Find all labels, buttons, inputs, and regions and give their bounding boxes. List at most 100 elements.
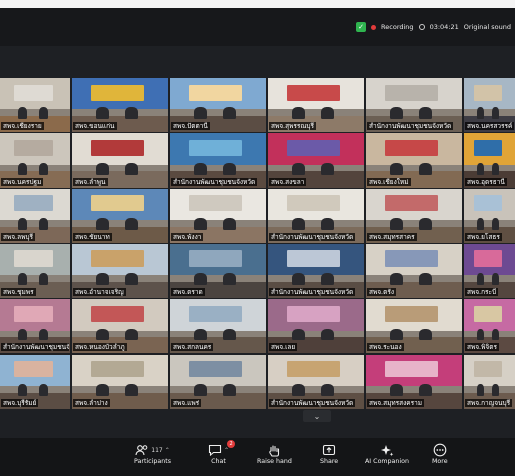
participant-person xyxy=(418,273,433,286)
share-button[interactable]: Share xyxy=(320,442,338,465)
participant-tile[interactable]: สพจ.ปัตตานี xyxy=(170,78,266,133)
participant-person xyxy=(492,107,500,120)
shield-check-icon[interactable]: ✓ xyxy=(356,22,367,32)
original-sound-label[interactable]: Original sound xyxy=(464,23,511,31)
more-icon xyxy=(433,443,447,457)
participant-tile[interactable]: สพจ.กระบี่ xyxy=(464,243,515,299)
participant-tile[interactable]: สพจ.ลพบุรี xyxy=(0,188,70,243)
participant-tile[interactable]: สพจ.พังงา xyxy=(170,188,266,243)
participant-name: สพจ.ขอนแก่น xyxy=(73,122,117,131)
participant-name: สพจ.พิจิตร xyxy=(465,343,499,352)
room-banner xyxy=(474,305,503,322)
participant-tile[interactable]: สพจ.เชียงราย xyxy=(0,78,70,133)
participant-person xyxy=(17,107,28,120)
share-icon xyxy=(323,444,336,456)
participant-name: สพจ.ชุมพร xyxy=(1,288,36,297)
participant-tile[interactable]: สพจ.นครปฐม xyxy=(0,133,70,188)
gallery-caret-button[interactable]: ⌄ xyxy=(303,410,331,422)
participant-tile[interactable]: สพจ.ชุมพร xyxy=(0,243,70,299)
participant-name: สำนักงานพัฒนาชุมชนจังหวัด xyxy=(269,398,356,407)
participant-person xyxy=(320,328,335,341)
participant-person xyxy=(476,162,484,175)
participant-person xyxy=(194,107,208,120)
room-banner xyxy=(14,195,53,212)
participant-tile[interactable]: สพจ.พิจิตร xyxy=(464,299,515,354)
participant-tile[interactable]: สพจ.สกลนคร xyxy=(170,299,266,354)
participant-tile[interactable]: สพจ.บุรีรัมย์ xyxy=(0,354,70,409)
more-label: More xyxy=(432,458,448,465)
room-banner xyxy=(385,139,438,157)
participant-tile[interactable]: สพจ.นครสวรรค์ xyxy=(464,78,515,133)
participant-tile[interactable]: สพจ.สมุทรสาคร xyxy=(366,188,462,243)
room-banner xyxy=(287,139,340,157)
participant-name: สพจ.ปัตตานี xyxy=(171,122,210,131)
participant-person xyxy=(194,217,208,230)
room-banner xyxy=(14,361,53,378)
participant-tile[interactable]: สพจ.สงขลา xyxy=(268,133,364,188)
participant-person xyxy=(96,217,110,230)
participant-person xyxy=(320,162,335,175)
participant-name: สพจ.สกลนคร xyxy=(171,343,214,352)
participant-tile[interactable]: สำนักงานพัฒนาชุมชนจังหวัด xyxy=(268,354,364,409)
participants-icon xyxy=(135,445,148,456)
room-banner xyxy=(189,305,242,322)
room-banner xyxy=(91,195,144,212)
participant-person xyxy=(194,383,208,396)
participant-tile[interactable]: สพจ.ลำพูน xyxy=(72,133,168,188)
participant-tile[interactable]: สพจ.ลำปาง xyxy=(72,354,168,409)
participant-tile[interactable]: สพจ.เลย xyxy=(268,299,364,354)
participant-tile[interactable]: สพจ.สุพรรณบุรี xyxy=(268,78,364,133)
ai-companion-button[interactable]: AI Companion xyxy=(365,442,409,465)
chat-button[interactable]: 2 ⌃ Chat xyxy=(208,440,236,465)
participant-tile[interactable]: สำนักงานพัฒนาชุมชนจังหวัด xyxy=(366,78,462,133)
participant-tile[interactable]: สำนักงานพัฒนาชุมชนจังหวัด xyxy=(268,243,364,299)
meeting-status: ✓ Recording 03:04:21 Original sound xyxy=(356,22,511,32)
participants-chevron-icon[interactable]: ⌃ xyxy=(165,447,170,454)
participant-person xyxy=(292,217,306,230)
participant-person xyxy=(418,162,433,175)
participant-person xyxy=(320,217,335,230)
participant-person xyxy=(222,217,237,230)
participant-tile[interactable]: สพจ.เชียงใหม่ xyxy=(366,133,462,188)
participant-person xyxy=(17,273,28,286)
participant-tile[interactable]: สพจ.ขอนแก่น xyxy=(72,78,168,133)
participant-tile[interactable]: สำนักงานพัฒนาชุมชนจังหวัด xyxy=(170,133,266,188)
participant-tile[interactable]: สพจ.ตราด xyxy=(170,243,266,299)
participant-tile[interactable]: สพจ.อุดรธานี xyxy=(464,133,515,188)
more-button[interactable]: More xyxy=(432,442,448,465)
participant-person xyxy=(38,107,49,120)
participants-button[interactable]: 117 ⌃ Participants xyxy=(134,442,171,465)
room-banner xyxy=(287,305,340,322)
participant-name: สำนักงานพัฒนาชุมชนจังหวัด xyxy=(269,232,356,241)
room-banner xyxy=(474,84,503,101)
participant-tile[interactable]: สพจ.ชัยนาท xyxy=(72,188,168,243)
room-banner xyxy=(287,195,340,212)
room-banner xyxy=(385,305,438,322)
participant-name: สำนักงานพัฒนาชุมชนจังหวัด xyxy=(171,177,258,186)
participant-person xyxy=(38,162,49,175)
room-banner xyxy=(91,84,144,101)
room-banner xyxy=(287,361,340,378)
participant-tile[interactable]: สพจ.กาญจนบุรี xyxy=(464,354,515,409)
participant-tile[interactable]: สำนักงานพัฒนาชุมชนจังหวัด xyxy=(0,299,70,354)
participant-tile[interactable]: สพจ.ยโสธร xyxy=(464,188,515,243)
participant-tile[interactable]: สพจ.อำนาจเจริญ xyxy=(72,243,168,299)
recording-label[interactable]: Recording xyxy=(381,23,414,31)
room-banner xyxy=(91,305,144,322)
participant-person xyxy=(96,273,110,286)
room-banner xyxy=(189,250,242,267)
participant-name: สพจ.ระนอง xyxy=(367,343,404,352)
participant-person xyxy=(492,383,500,396)
participant-tile[interactable]: สพจ.หนองบัวลำภู xyxy=(72,299,168,354)
participant-tile[interactable]: สพจ.แพร่ xyxy=(170,354,266,409)
meeting-toolbar: 117 ⌃ Participants 2 ⌃ Chat Raise hand S… xyxy=(0,438,515,476)
participant-name: สพจ.อุดรธานี xyxy=(465,177,507,186)
participant-tile[interactable]: สำนักงานพัฒนาชุมชนจังหวัด xyxy=(268,188,364,243)
participant-tile[interactable]: สพจ.ตรัง xyxy=(366,243,462,299)
participant-person xyxy=(38,273,49,286)
raise-hand-button[interactable]: Raise hand xyxy=(257,442,292,465)
participant-person xyxy=(390,273,404,286)
participant-person xyxy=(222,162,237,175)
participant-tile[interactable]: สพจ.ระนอง xyxy=(366,299,462,354)
participant-tile[interactable]: สพจ.สมุทรสงคราม xyxy=(366,354,462,409)
